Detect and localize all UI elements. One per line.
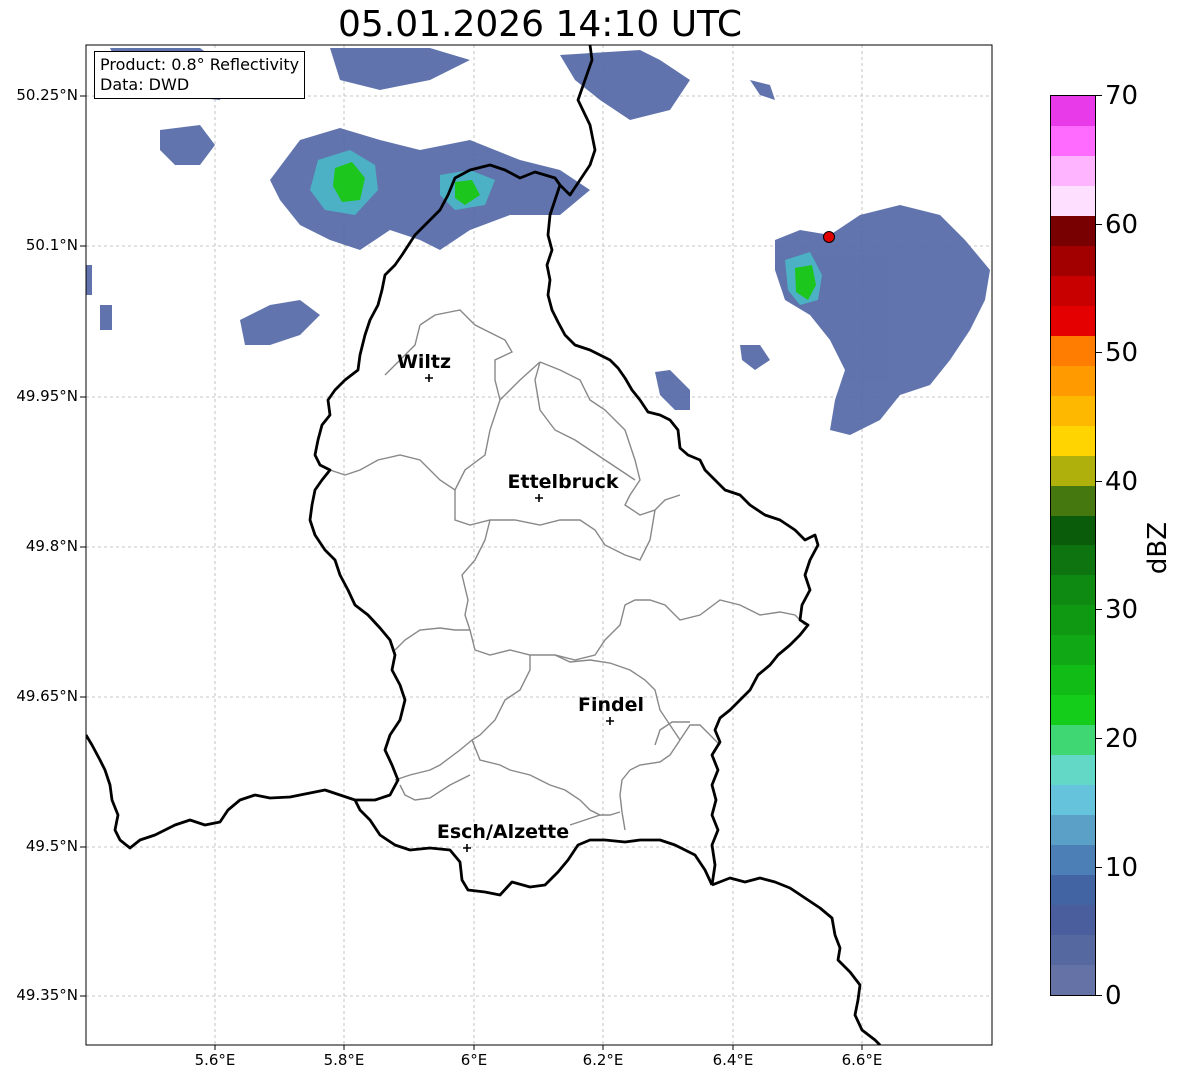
colorbar-segment (1051, 155, 1095, 186)
lat-label: 49.5°N (25, 837, 78, 855)
colorbar-segment (1051, 755, 1095, 786)
colorbar-segment (1051, 875, 1095, 906)
radar-map (80, 44, 993, 1050)
lat-label: 50.25°N (16, 86, 78, 104)
city-markers (425, 374, 614, 852)
colorbar-segment (1051, 815, 1095, 846)
colorbar-segment (1051, 245, 1095, 276)
colorbar-segment (1051, 905, 1095, 936)
lon-label: 5.8°E (323, 1051, 365, 1069)
canton-boundaries (329, 309, 806, 831)
lat-label: 50.1°N (25, 236, 78, 254)
colorbar-tick-label: 0 (1105, 981, 1122, 1011)
colorbar-segment (1051, 395, 1095, 426)
lon-label: 6.6°E (841, 1051, 883, 1069)
data-source-label: Data: DWD (100, 75, 190, 94)
lat-label: 49.65°N (16, 687, 78, 705)
colorbar-segment (1051, 785, 1095, 816)
colorbar-tick-label: 40 (1105, 467, 1139, 497)
colorbar-segment (1051, 275, 1095, 306)
colorbar-segment (1051, 635, 1095, 666)
colorbar-segment (1051, 515, 1095, 546)
colorbar-segment (1051, 335, 1095, 366)
city-label-findel: Findel (577, 694, 645, 716)
colorbar-tick-label: 50 (1105, 338, 1139, 368)
lon-label: 6.4°E (712, 1051, 754, 1069)
colorbar-label: dBZ (1143, 521, 1173, 575)
city-label-wiltz: Wiltz (396, 351, 452, 373)
colorbar-tick-label: 70 (1105, 81, 1139, 111)
colorbar-tick-label: 10 (1105, 853, 1139, 883)
colorbar-segment (1051, 485, 1095, 516)
colorbar-segment (1051, 125, 1095, 156)
colorbar-segment (1051, 695, 1095, 726)
colorbar-segment (1051, 965, 1095, 995)
colorbar (1050, 95, 1096, 996)
lat-label: 49.8°N (25, 537, 78, 555)
colorbar-segment (1051, 575, 1095, 606)
colorbar-tick-label: 60 (1105, 210, 1139, 240)
colorbar-segment (1051, 95, 1095, 126)
colorbar-segment (1051, 935, 1095, 966)
lat-label: 49.95°N (16, 387, 78, 405)
colorbar-segment (1051, 305, 1095, 336)
lat-label: 49.35°N (16, 986, 78, 1004)
lon-label: 5.6°E (194, 1051, 236, 1069)
colorbar-segment (1051, 185, 1095, 216)
colorbar-segment (1051, 425, 1095, 456)
product-info-box: Product: 0.8° Reflectivity Data: DWD (94, 51, 306, 99)
colorbar-tick-label: 30 (1105, 595, 1139, 625)
colorbar-segment (1051, 365, 1095, 396)
colorbar-segment (1051, 725, 1095, 756)
city-label-ettelbruck: Ettelbruck (507, 471, 619, 493)
colorbar-segment (1051, 545, 1095, 576)
lon-label: 6.2°E (582, 1051, 624, 1069)
colorbar-tick-label: 20 (1105, 724, 1139, 754)
radar-echoes (86, 48, 990, 435)
colorbar-segment (1051, 215, 1095, 246)
product-label: Product: 0.8° Reflectivity (100, 55, 300, 74)
colorbar-segment (1051, 665, 1095, 696)
colorbar-segment (1051, 455, 1095, 486)
colorbar-segment (1051, 845, 1095, 876)
colorbar-segment (1051, 605, 1095, 636)
city-label-esch: Esch/Alzette (436, 821, 570, 843)
lon-label: 6°E (460, 1051, 488, 1069)
radar-site-marker (823, 231, 835, 243)
